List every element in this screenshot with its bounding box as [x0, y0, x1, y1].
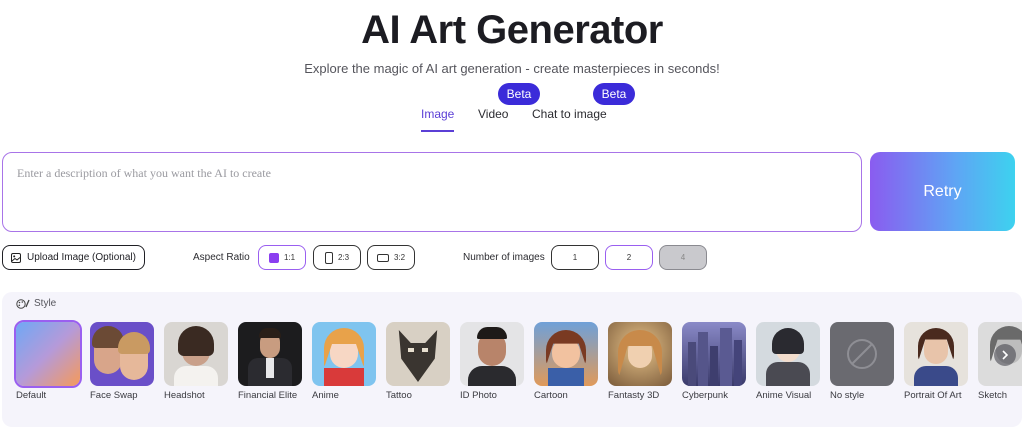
landscape-ratio-icon	[376, 253, 389, 262]
anime-visual-thumbnail	[756, 322, 820, 386]
style-item-label: Anime	[312, 390, 339, 401]
number-of-images-label: Number of images	[463, 252, 545, 263]
id-photo-thumbnail	[460, 322, 524, 386]
face-swap-thumbnail	[90, 322, 154, 386]
style-anime[interactable]: Anime	[312, 322, 378, 402]
style-item-label: Portrait Of Art	[904, 390, 962, 401]
style-item-label: Default	[16, 390, 47, 401]
style-cartoon[interactable]: Cartoon	[534, 322, 600, 402]
financial-elite-thumbnail	[238, 322, 302, 386]
cartoon-thumbnail	[534, 322, 598, 386]
style-anime-visual[interactable]: Anime Visual	[756, 322, 822, 402]
style-item-label: Anime Visual	[756, 390, 812, 401]
aspect-ratio-3-2[interactable]: 3:2	[367, 245, 415, 270]
aspect-ratio-2-3[interactable]: 2:3	[313, 245, 361, 270]
style-fantasty-3d[interactable]: Fantasty 3D	[608, 322, 674, 402]
headshot-thumbnail	[164, 322, 228, 386]
num-images-4: 4	[659, 245, 707, 270]
style-headshot[interactable]: Headshot	[164, 322, 230, 402]
portrait-ratio-icon	[324, 251, 333, 264]
aspect-ratio-1-1[interactable]: 1:1	[258, 245, 306, 270]
style-portrait-of-art[interactable]: Portrait Of Art	[904, 322, 970, 402]
style-label: Style	[34, 298, 57, 309]
no-style-icon	[847, 339, 877, 369]
tattoo-thumbnail	[386, 322, 450, 386]
style-item-label: ID Photo	[460, 390, 497, 401]
style-item-label: Cartoon	[534, 390, 568, 401]
tab-chat-to-image[interactable]: Chat to image	[532, 107, 607, 121]
prompt-container	[2, 152, 862, 232]
style-header: Style	[16, 298, 56, 309]
style-next-button[interactable]	[994, 344, 1016, 366]
chat-beta-badge: Beta	[593, 83, 635, 105]
style-item-label: Cyberpunk	[682, 390, 728, 401]
tab-image[interactable]: Image	[421, 107, 454, 121]
image-upload-icon	[11, 252, 21, 263]
style-item-label: Tattoo	[386, 390, 412, 401]
square-ratio-icon	[268, 252, 279, 263]
num-images-1[interactable]: 1	[551, 245, 599, 270]
no-style-thumbnail	[830, 322, 894, 386]
page-title: AI Art Generator	[361, 8, 663, 52]
aspect-ratio-value: 3:2	[393, 253, 406, 262]
style-item-label: Sketch	[978, 390, 1008, 401]
prompt-input[interactable]	[3, 153, 861, 231]
num-images-2[interactable]: 2	[605, 245, 653, 270]
style-item-label: Financial Elite	[238, 390, 298, 401]
cyberpunk-thumbnail	[682, 322, 746, 386]
style-item-label: Headshot	[164, 390, 205, 401]
style-item-label: No style	[830, 390, 865, 401]
upload-image-label: Upload Image (Optional)	[27, 252, 136, 263]
fantasy-3d-thumbnail	[608, 322, 672, 386]
style-item-label: Face Swap	[90, 390, 138, 401]
active-tab-indicator	[421, 130, 454, 132]
anime-thumbnail	[312, 322, 376, 386]
style-panel: Style Default Face Swap Headshot Financi…	[2, 292, 1022, 427]
style-financial-elite[interactable]: Financial Elite	[238, 322, 304, 402]
upload-image-button[interactable]: Upload Image (Optional)	[2, 245, 145, 270]
style-tattoo[interactable]: Tattoo	[386, 322, 452, 402]
retry-button[interactable]: Retry	[870, 152, 1015, 231]
tab-video[interactable]: Video	[478, 107, 508, 121]
default-style-thumbnail	[14, 320, 82, 388]
chevron-right-icon	[1002, 350, 1009, 360]
video-beta-badge: Beta	[498, 83, 540, 105]
portrait-of-art-thumbnail	[904, 322, 968, 386]
palette-icon	[16, 298, 30, 309]
style-cyberpunk[interactable]: Cyberpunk	[682, 322, 748, 402]
aspect-ratio-label: Aspect Ratio	[193, 252, 250, 263]
style-default[interactable]: Default	[14, 320, 82, 402]
aspect-ratio-value: 2:3	[337, 253, 350, 262]
style-item-label: Fantasty 3D	[608, 390, 660, 401]
style-face-swap[interactable]: Face Swap	[90, 322, 156, 402]
aspect-ratio-value: 1:1	[283, 253, 296, 262]
style-id-photo[interactable]: ID Photo	[460, 322, 526, 402]
style-no-style[interactable]: No style	[830, 322, 896, 402]
page-subtitle: Explore the magic of AI art generation -…	[304, 61, 720, 76]
